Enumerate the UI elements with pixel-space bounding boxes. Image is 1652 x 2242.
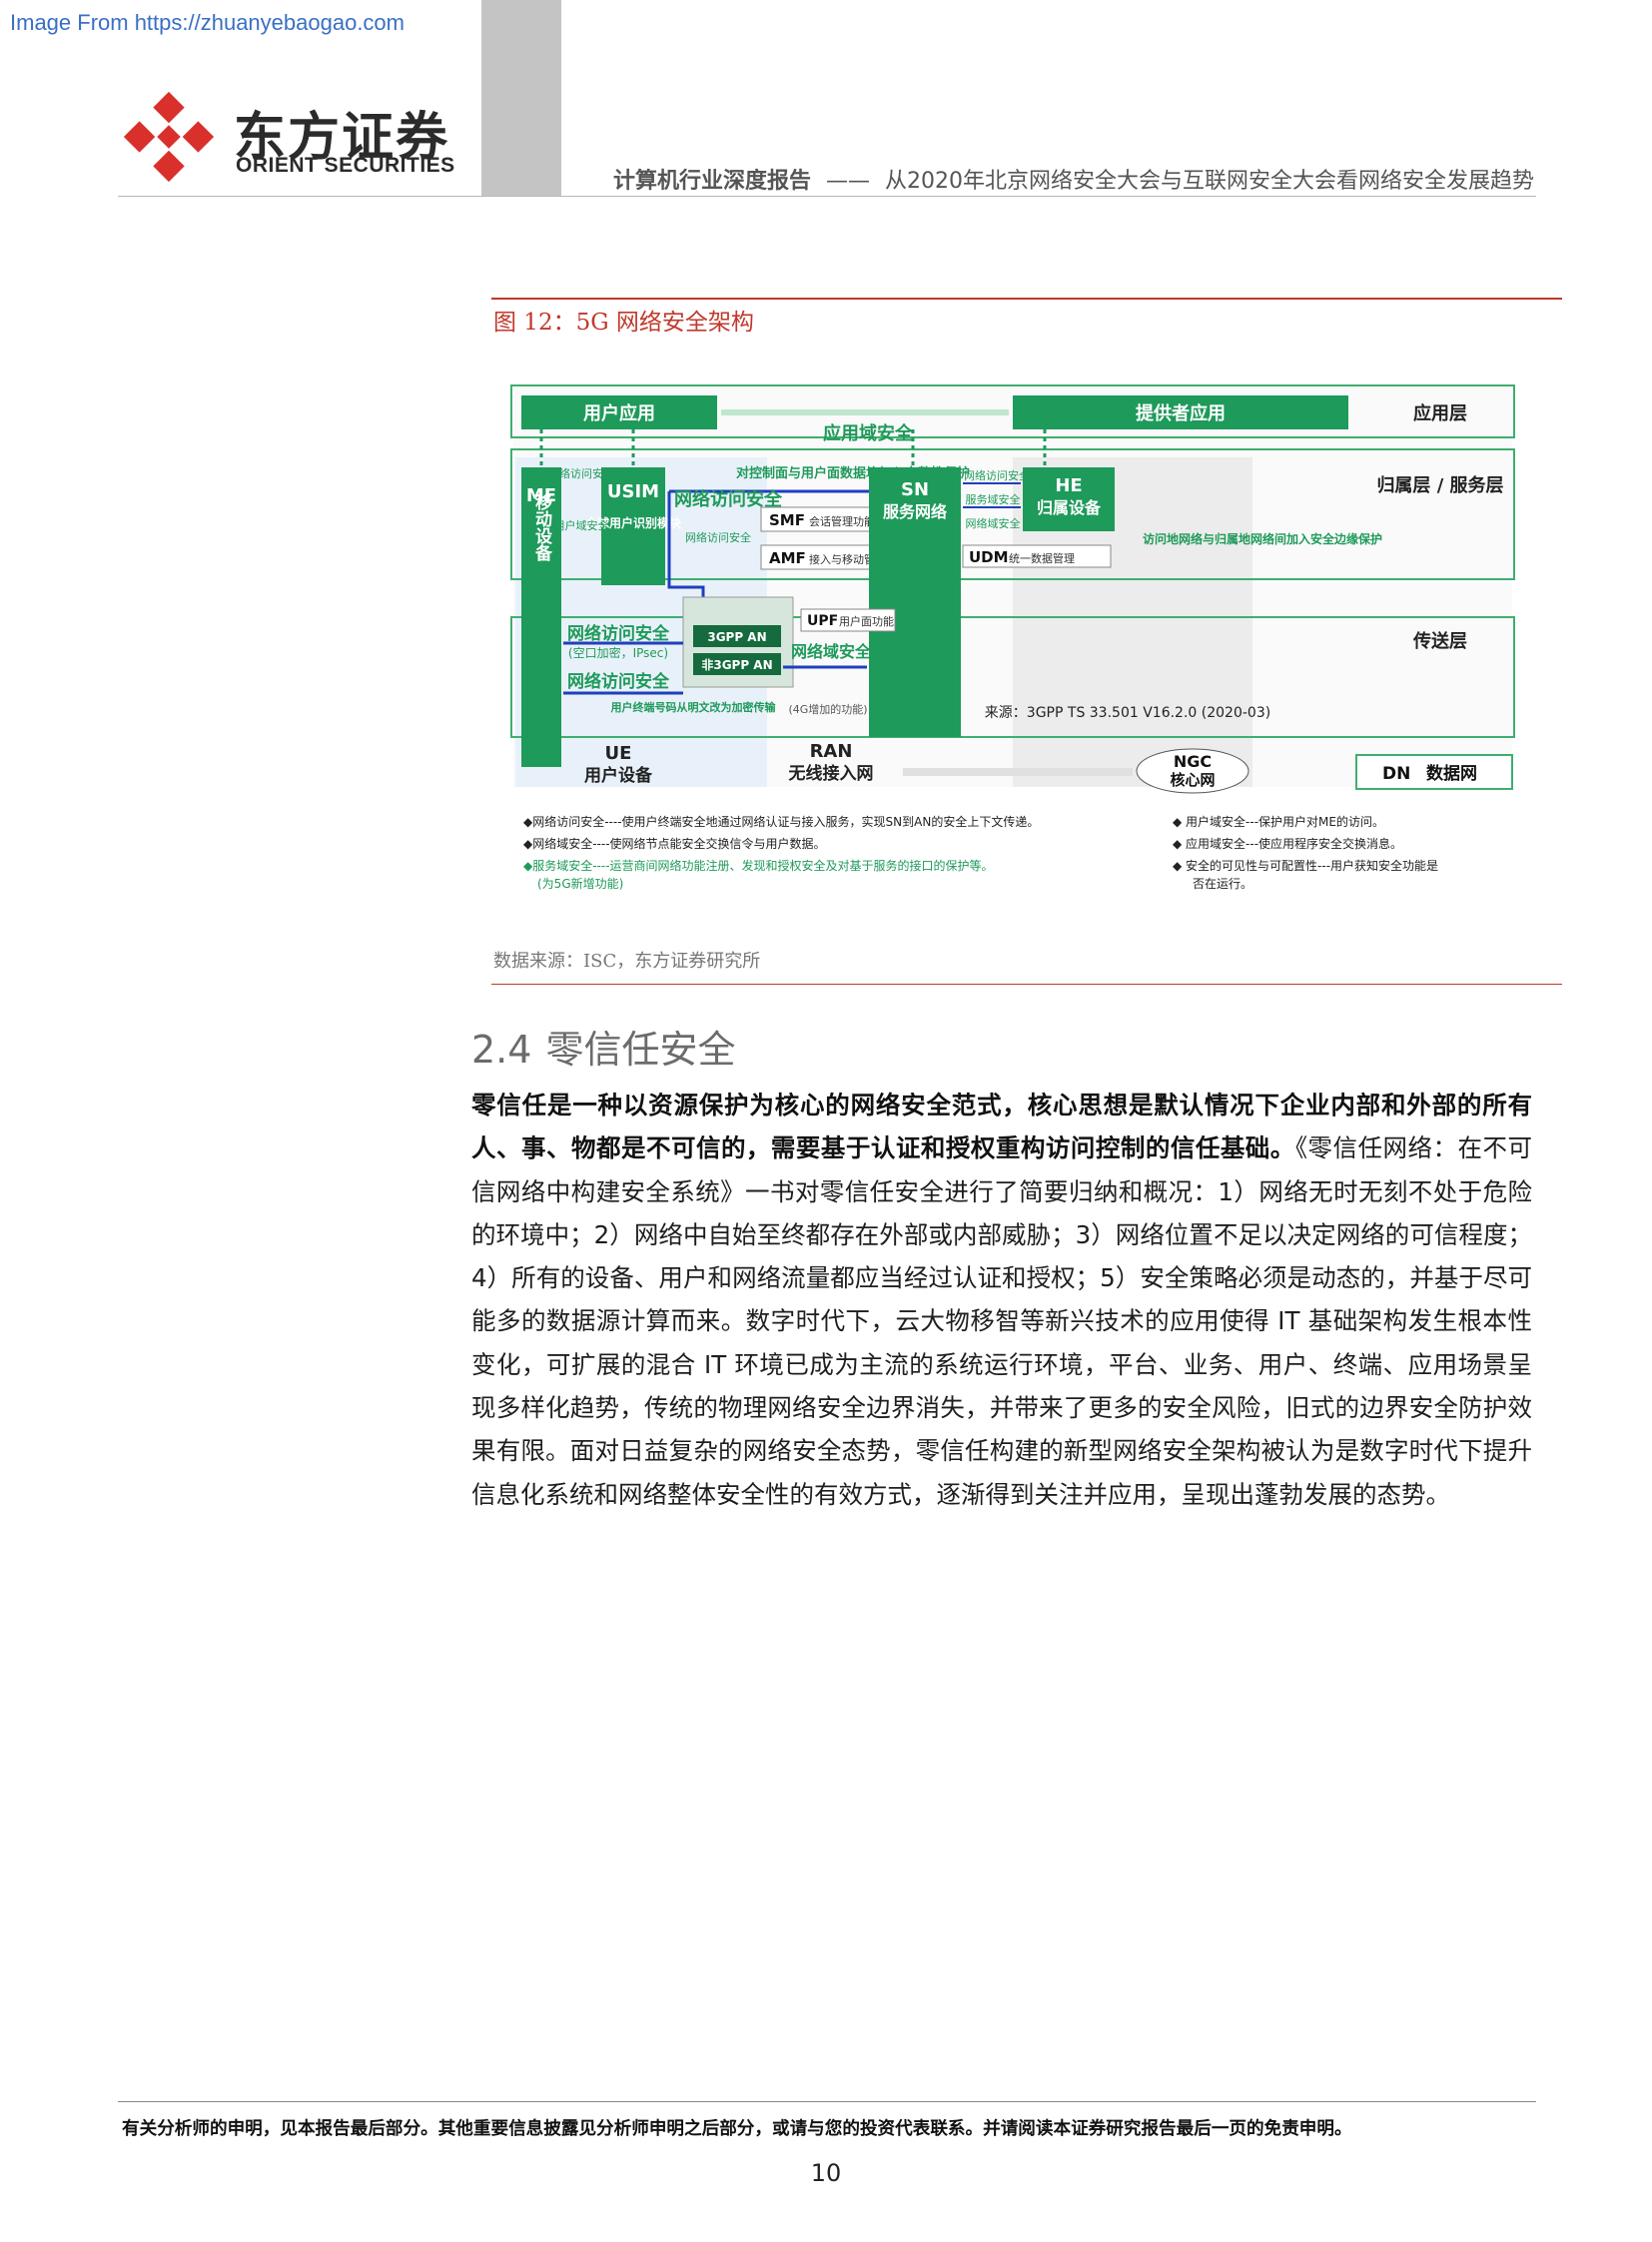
me-usim-access-label: 网络访问安全 (548, 466, 614, 480)
app-domain-security-label: 应用域安全 (823, 422, 914, 444)
section-heading: 2.4 零信任安全 (471, 1019, 735, 1074)
body-paragraph: 零信任是一种以资源保护为核心的网络安全范式，核心思想是默认情况下企业内部和外部的… (471, 1084, 1532, 1516)
ue-label: UE (605, 743, 632, 764)
air-access-2-label: 网络访问安全 (567, 671, 670, 692)
body-text-rest: 《零信任网络：在不可信网络中构建安全系统》一书对零信任安全进行了简要归纳和概况：… (471, 1133, 1533, 1509)
usim-label: USIM (607, 481, 659, 502)
upf-desc-label: 用户面功能 (839, 614, 894, 628)
me-cn-label: 移动设备 (531, 492, 553, 562)
he-label: HE (1055, 475, 1082, 496)
ngc-cn-label: 核心网 (1170, 771, 1215, 789)
legend-left-4: (为5G新增功能) (537, 876, 623, 891)
5g-security-architecture-diagram: 用户应用 提供者应用 应用域安全 应用层 归属层 / 服务层 传送层 ME 移动… (510, 384, 1515, 891)
smf-desc-label: 会话管理功能 (809, 514, 875, 528)
header-report-type: 计算机行业深度报告 (613, 169, 812, 194)
header-report-topic: 从2020年北京网络安全大会与互联网安全大会看网络安全发展趋势 (885, 169, 1535, 194)
source-note-label: 来源：3GPP TS 33.501 V16.2.0 (2020-03) (985, 705, 1270, 721)
legend-right-1: ◆ 用户域安全---保护用户对ME的访问。 (1173, 814, 1384, 829)
logo-english-name: ORIENT SECURITIES (236, 154, 455, 177)
ran-label: RAN (810, 741, 853, 762)
layer-app-label: 应用层 (1413, 402, 1467, 424)
user-app-label: 用户应用 (583, 402, 655, 424)
header-divider (118, 196, 1536, 197)
provider-app-label: 提供者应用 (1136, 402, 1226, 424)
page-number: 10 (810, 2159, 842, 2187)
figure-source: 数据来源：ISC，东方证券研究所 (493, 951, 761, 972)
legend-left-2: ◆网络域安全----使网络节点能安全交换信令与用户数据。 (523, 836, 826, 851)
dn-cn-label: 数据网 (1426, 763, 1477, 784)
legend-right-3: ◆ 安全的可见性与可配置性---用户获知安全功能是 (1173, 858, 1438, 873)
encrypted-note-label: 用户终端号码从明文改为加密传输 (611, 700, 777, 714)
air-detail-label: (空口加密，IPsec) (568, 645, 668, 660)
added-4g-label: (4G增加的功能) (788, 702, 867, 716)
layer-home-label: 归属层 / 服务层 (1376, 474, 1503, 496)
sn-label: SN (901, 479, 929, 500)
header-report-title: 计算机行业深度报告 —— 从2020年北京网络安全大会与互联网安全大会看网络安全… (613, 163, 1534, 195)
ran-access-security-label: 网络访问安全 (685, 530, 751, 544)
watermark-url[interactable]: Image From https://zhuanyebaogao.com (10, 10, 405, 36)
legend-left-1: ◆网络访问安全----使用户终端安全地通过网络认证与接入服务，实现SN到AN的安… (523, 814, 1039, 829)
dn-label: DN (1382, 764, 1410, 784)
ngc-label: NGC (1174, 752, 1212, 771)
footer-divider (118, 2101, 1536, 2102)
layer-transport-label: 传送层 (1412, 630, 1467, 652)
footer-disclaimer: 有关分析师的申明，见本报告最后部分。其他重要信息披露见分析师申明之后部分，或请与… (122, 2119, 1352, 2139)
air-access-label: 网络访问安全 (567, 623, 670, 644)
ue-cn-label: 用户设备 (584, 765, 653, 786)
udm-label: UDM (969, 548, 1009, 566)
figure-caption: 图 12：5G 网络安全架构 (493, 310, 754, 336)
legend-right-2: ◆ 应用域安全---使应用程序安全交换消息。 (1173, 836, 1402, 851)
header-gray-band (481, 0, 561, 196)
user-domain-security-label: 用户域安全 (554, 518, 609, 532)
legend-left-3: ◆服务域安全----运营商间网络功能注册、发现和授权安全及对基于服务的接口的保护… (523, 858, 994, 873)
figure-bottom-rule (491, 984, 1562, 985)
figure-top-rule (491, 298, 1562, 300)
non-3gpp-an-label: 非3GPP AN (701, 657, 772, 672)
smf-label: SMF (769, 511, 805, 529)
roaming-note-label: 访问地网络与归属地网络间加入安全边缘保护 (1143, 531, 1382, 546)
3gpp-an-label: 3GPP AN (707, 630, 766, 644)
ran-cn-label: 无线接入网 (788, 763, 874, 784)
net-domain-security-label: 网络域安全 (791, 642, 872, 661)
sn-cn-label: 服务网络 (883, 502, 947, 521)
he-cn-label: 归属设备 (1037, 498, 1102, 517)
udm-desc-label: 统一数据管理 (1009, 551, 1075, 565)
section-title-text: 零信任安全 (545, 1028, 736, 1072)
network-domain-label: 网络域安全 (966, 516, 1021, 530)
service-domain-label: 服务域安全 (966, 492, 1021, 506)
upf-label: UPF (807, 613, 838, 629)
orient-securities-logo-icon (123, 91, 215, 183)
header-dash: —— (826, 169, 871, 194)
legend-right-4: 否在运行。 (1193, 877, 1252, 891)
amf-label: AMF (769, 549, 806, 567)
sn-he-access-label: 网络访问安全 (964, 468, 1030, 482)
section-number: 2.4 (471, 1028, 532, 1072)
